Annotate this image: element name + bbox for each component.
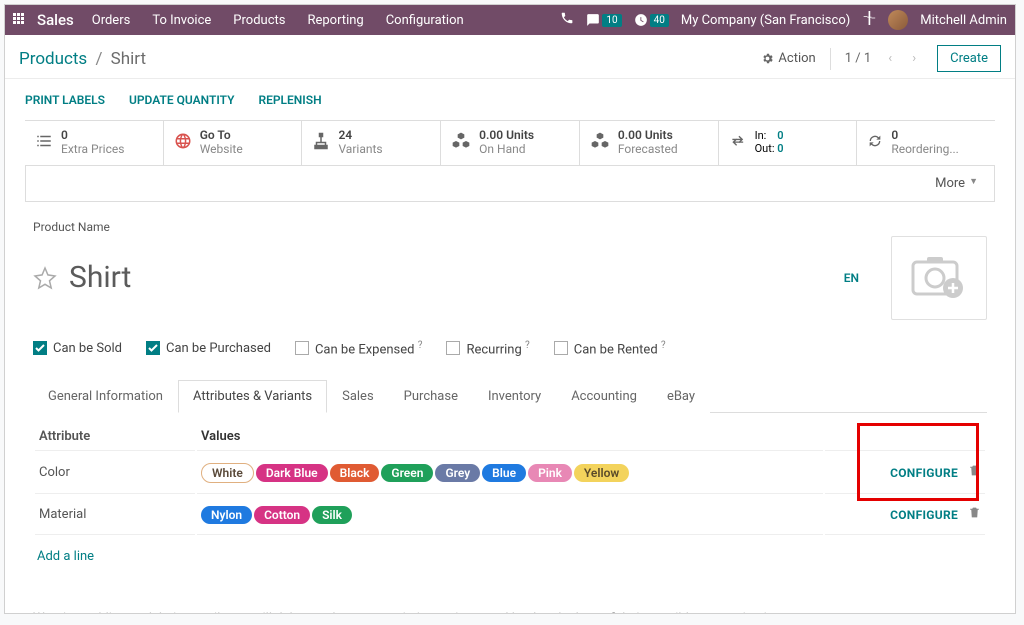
checkbox-can-be-sold[interactable]: Can be Sold (33, 341, 122, 356)
messages-badge: 10 (602, 14, 621, 27)
product-image-placeholder[interactable] (891, 236, 987, 320)
delete-icon[interactable] (968, 508, 981, 523)
tab-sales[interactable]: Sales (327, 380, 389, 413)
menu-reporting[interactable]: Reporting (307, 13, 363, 28)
cubes-icon (590, 131, 610, 154)
table-row: MaterialNylonCottonSilkCONFIGURE (35, 496, 985, 535)
company-switcher[interactable]: My Company (San Francisco) (681, 13, 850, 28)
chip[interactable]: Black (330, 464, 380, 482)
tab-general-information[interactable]: General Information (33, 380, 178, 413)
activities-icon[interactable]: 40 (634, 13, 669, 27)
phone-icon[interactable] (560, 11, 574, 29)
breadcrumb-current: Shirt (111, 49, 146, 69)
replenish-button[interactable]: REPLENISH (258, 93, 321, 107)
chip[interactable]: Silk (312, 506, 352, 524)
product-name-label: Product Name (33, 220, 987, 234)
col-attribute: Attribute (35, 423, 195, 451)
create-button[interactable]: Create (937, 45, 1001, 72)
chip[interactable]: Nylon (201, 506, 252, 524)
refresh-icon (867, 133, 883, 152)
print-labels-button[interactable]: PRINT LABELS (25, 93, 105, 107)
cubes-icon (451, 131, 471, 154)
transfer-icon (729, 132, 747, 153)
apps-icon[interactable] (13, 13, 27, 27)
action-dropdown[interactable]: Action (761, 51, 815, 66)
checkbox-can-be-expensed[interactable]: Can be Expensed ? (295, 340, 422, 357)
checkbox-can-be-purchased[interactable]: Can be Purchased (146, 341, 271, 356)
menu-to-invoice[interactable]: To Invoice (152, 13, 211, 28)
col-values: Values (197, 423, 823, 451)
breadcrumb: Products / Shirt (19, 49, 146, 69)
pager-count: 1 / 1 (845, 51, 871, 66)
add-line-link[interactable]: Add a line (33, 537, 98, 576)
attribute-name[interactable]: Material (35, 496, 195, 535)
menu-orders[interactable]: Orders (92, 13, 131, 28)
app-brand[interactable]: Sales (37, 11, 74, 29)
list-icon (35, 132, 53, 153)
chip[interactable]: Blue (482, 464, 526, 482)
tab-attributes-variants[interactable]: Attributes & Variants (178, 380, 327, 413)
stat-forecast[interactable]: 0.00 UnitsForecasted (580, 121, 719, 165)
language-badge[interactable]: EN (844, 271, 859, 285)
menu-configuration[interactable]: Configuration (386, 13, 464, 28)
product-name[interactable]: Shirt (69, 260, 131, 295)
breadcrumb-row: Products / Shirt Action 1 / 1 ‹ › Create (5, 35, 1015, 79)
attribute-values[interactable]: WhiteDark BlueBlackGreenGreyBluePinkYell… (197, 453, 823, 494)
avatar[interactable] (888, 10, 908, 30)
update-quantity-button[interactable]: UPDATE QUANTITY (129, 93, 235, 107)
settings-icon[interactable] (862, 11, 876, 29)
sitemap-icon (312, 132, 330, 153)
pager: 1 / 1 ‹ › (845, 48, 923, 70)
attribute-name[interactable]: Color (35, 453, 195, 494)
chip[interactable]: Green (381, 464, 433, 482)
user-name[interactable]: Mitchell Admin (920, 13, 1007, 28)
checkbox-can-be-rented[interactable]: Can be Rented ? (554, 340, 666, 357)
breadcrumb-root[interactable]: Products (19, 49, 87, 69)
pager-prev[interactable]: ‹ (881, 48, 899, 70)
warning-text: Warning: adding or deleting attributes w… (33, 610, 987, 613)
checkbox-recurring[interactable]: Recurring ? (446, 340, 529, 357)
tab-ebay[interactable]: eBay (652, 380, 710, 413)
top-nav: Sales Orders To Invoice Products Reporti… (5, 5, 1015, 35)
tab-accounting[interactable]: Accounting (556, 380, 652, 413)
configure-button[interactable]: CONFIGURE (890, 466, 958, 480)
pager-next[interactable]: › (905, 48, 923, 70)
configure-button[interactable]: CONFIGURE (890, 508, 958, 522)
favorite-star-icon[interactable] (33, 266, 57, 290)
messages-icon[interactable]: 10 (586, 13, 621, 27)
top-menu: Orders To Invoice Products Reporting Con… (92, 13, 464, 28)
stat-website[interactable]: Go ToWebsite (164, 121, 303, 165)
activities-badge: 40 (650, 14, 669, 27)
tab-purchase[interactable]: Purchase (389, 380, 473, 413)
stat-inout[interactable]: In: 0 Out: 0 (719, 121, 858, 165)
attribute-values[interactable]: NylonCottonSilk (197, 496, 823, 535)
chip[interactable]: Yellow (574, 464, 629, 482)
menu-products[interactable]: Products (233, 13, 285, 28)
tab-inventory[interactable]: Inventory (473, 380, 556, 413)
stat-onhand[interactable]: 0.00 UnitsOn Hand (441, 121, 580, 165)
table-row: ColorWhiteDark BlueBlackGreenGreyBluePin… (35, 453, 985, 494)
more-dropdown[interactable]: More▼ (25, 166, 995, 202)
checkbox-row: Can be Sold Can be Purchased Can be Expens… (33, 340, 987, 357)
action-buttons-row: PRINT LABELS UPDATE QUANTITY REPLENISH (5, 79, 1015, 120)
stat-reordering[interactable]: 0Reordering... (857, 121, 995, 165)
stat-extra-prices[interactable]: 0Extra Prices (25, 121, 164, 165)
chip[interactable]: White (201, 463, 254, 483)
stat-boxes: 0Extra Prices Go ToWebsite 24Variants 0.… (25, 120, 995, 166)
chip[interactable]: Cotton (254, 506, 310, 524)
globe-icon (174, 132, 192, 153)
chip[interactable]: Pink (528, 464, 572, 482)
chip[interactable]: Grey (435, 464, 480, 482)
chip[interactable]: Dark Blue (256, 464, 328, 482)
tabs: General InformationAttributes & Variants… (33, 379, 987, 413)
stat-variants[interactable]: 24Variants (302, 121, 441, 165)
delete-icon[interactable] (968, 466, 981, 481)
attributes-table: Attribute Values ColorWhiteDark BlueBlac… (33, 421, 987, 537)
